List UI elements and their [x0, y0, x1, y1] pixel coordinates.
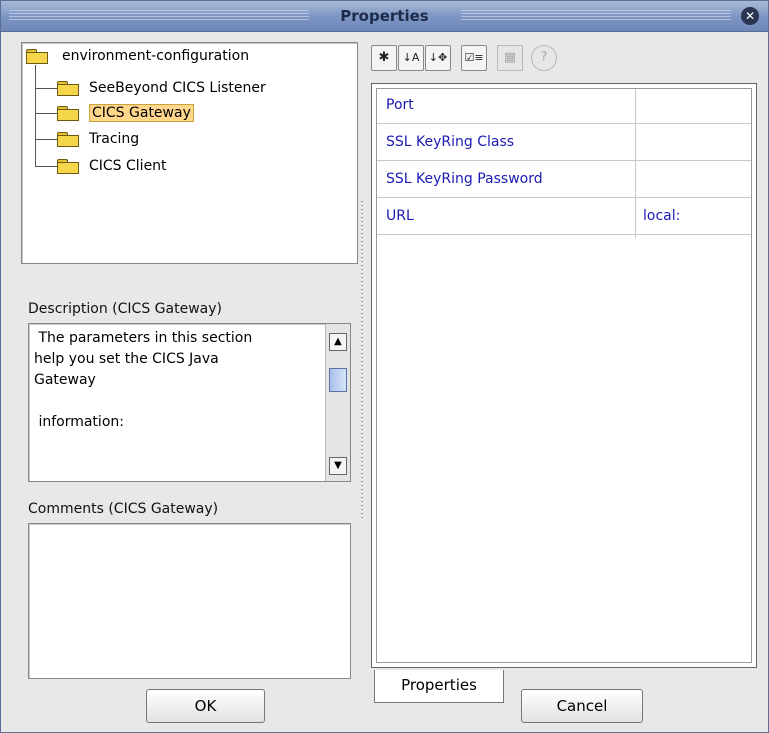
tree-item-label: CICS Gateway [89, 104, 194, 122]
folder-icon [57, 81, 79, 96]
property-name: SSL KeyRing Class [386, 134, 515, 150]
folder-icon [26, 49, 48, 64]
property-row-ssl-keyring-password[interactable]: SSL KeyRing Password [377, 163, 751, 198]
property-name: SSL KeyRing Password [386, 171, 543, 187]
folder-icon [57, 106, 79, 121]
tree-item-seebeyond-cics-listener[interactable]: SeeBeyond CICS Listener [57, 77, 266, 99]
description-line: The parameters in this section [34, 330, 253, 346]
sort-category-icon[interactable]: ↓✥ [425, 45, 451, 71]
sort-alpha-icon[interactable]: ↓A [398, 45, 424, 71]
properties-grid-inner: Port SSL KeyRing Class SSL KeyRing Passw… [376, 88, 752, 663]
property-row-port[interactable]: Port [377, 89, 751, 124]
property-name: URL [386, 208, 414, 224]
tree-item-tracing[interactable]: Tracing [57, 128, 139, 150]
description-label: Description (CICS Gateway) [28, 301, 222, 317]
tree-connector [35, 166, 57, 167]
comments-field[interactable] [28, 523, 351, 679]
description-line [34, 391, 322, 412]
description-box[interactable]: The parameters in this section help you … [28, 323, 351, 482]
folder-icon [57, 132, 79, 147]
scroll-thumb[interactable] [329, 368, 347, 392]
ok-button[interactable]: OK [146, 689, 265, 723]
tab-properties[interactable]: Properties [374, 670, 504, 703]
properties-grid: Port SSL KeyRing Class SSL KeyRing Passw… [371, 83, 757, 668]
cancel-button[interactable]: Cancel [521, 689, 643, 723]
tree-connector [35, 113, 57, 114]
tree-root-label: environment-configuration [62, 48, 250, 64]
window-title: Properties [340, 7, 429, 25]
description-line: Gateway [34, 372, 96, 388]
expand-icon[interactable]: ✱ [371, 45, 397, 71]
property-row-url[interactable]: URL local: [377, 200, 751, 235]
tree-connector [35, 139, 57, 140]
tree-item-cics-gateway[interactable]: CICS Gateway [57, 102, 194, 124]
property-name: Port [386, 97, 414, 113]
tree-item-label: SeeBeyond CICS Listener [89, 80, 266, 96]
tree-item-label: Tracing [89, 131, 140, 147]
property-value[interactable]: local: [643, 208, 680, 224]
title-bar[interactable]: Properties ✕ [1, 1, 768, 32]
grid-icon[interactable]: ▦ [497, 45, 523, 71]
comments-label: Comments (CICS Gateway) [28, 501, 219, 517]
scroll-up-icon[interactable]: ▲ [329, 333, 347, 351]
tree-item-label: CICS Client [89, 158, 167, 174]
config-tree[interactable]: environment-configuration SeeBeyond CICS… [21, 42, 358, 264]
description-line: help you set the CICS Java [34, 351, 219, 367]
property-row-ssl-keyring-class[interactable]: SSL KeyRing Class [377, 126, 751, 161]
tree-connector [35, 65, 36, 167]
description-line: information: [34, 414, 124, 430]
scroll-down-icon[interactable]: ▼ [329, 457, 347, 475]
folder-icon [57, 159, 79, 174]
tree-connector [35, 88, 57, 89]
tree-root[interactable]: environment-configuration [26, 45, 249, 67]
properties-dialog: Properties ✕ environment-configuration S… [0, 0, 769, 733]
help-icon[interactable]: ? [531, 45, 557, 71]
description-text: The parameters in this section help you … [34, 328, 322, 433]
tree-item-cics-client[interactable]: CICS Client [57, 155, 167, 177]
close-icon[interactable]: ✕ [741, 7, 759, 25]
panel-splitter[interactable] [361, 201, 363, 521]
description-scrollbar[interactable]: ▲ ▼ [325, 324, 350, 481]
checklist-icon[interactable]: ☑≡ [461, 45, 487, 71]
